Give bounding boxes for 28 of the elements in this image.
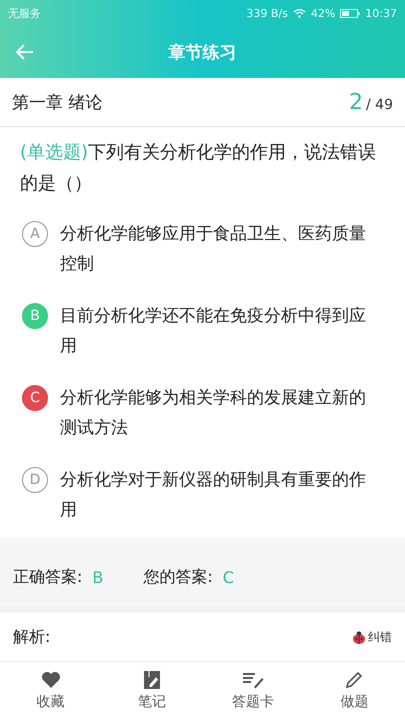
question-text: (单选题)下列有关分析化学的作用，说法错误的是（）	[20, 141, 378, 196]
carrier-text: 无服务	[8, 6, 41, 20]
pencil-icon	[345, 671, 364, 689]
wifi-icon	[292, 8, 306, 18]
total-questions: / 49	[366, 96, 393, 112]
option-text[interactable]: 目前分析化学还不能在免疫分析中得到应用	[60, 301, 381, 361]
option-letter[interactable]: C	[22, 385, 48, 411]
heart-icon	[40, 671, 61, 689]
your-answer-label: 您的答案:	[143, 566, 213, 588]
page-title: 章节练习	[168, 42, 236, 64]
clock: 10:37	[365, 6, 397, 20]
option-text[interactable]: 分析化学能够应用于食品卫生、医药质量控制	[60, 219, 381, 279]
current-question-number: 2	[349, 90, 364, 114]
notebook-pen-icon	[144, 671, 160, 689]
ladybug-icon	[352, 630, 366, 644]
back-arrow-icon[interactable]	[16, 44, 34, 60]
battery-percent: 42%	[310, 6, 336, 20]
list-pen-icon	[242, 671, 264, 689]
option-text[interactable]: 分析化学能够为相关学科的发展建立新的测试方法	[60, 383, 381, 443]
correct-answer-value: B	[92, 568, 104, 586]
chapter-title: 第一章 绪论	[12, 92, 102, 114]
network-speed: 339 B/s	[246, 6, 288, 20]
report-error-button[interactable]: 纠错	[352, 628, 392, 646]
option-text[interactable]: 分析化学对于新仪器的研制具有重要的作用	[60, 465, 381, 525]
analysis-label: 解析:	[13, 626, 50, 648]
your-answer-value: C	[222, 568, 234, 586]
correct-answer-label: 正确答案:	[13, 566, 82, 588]
battery-icon	[340, 8, 360, 18]
